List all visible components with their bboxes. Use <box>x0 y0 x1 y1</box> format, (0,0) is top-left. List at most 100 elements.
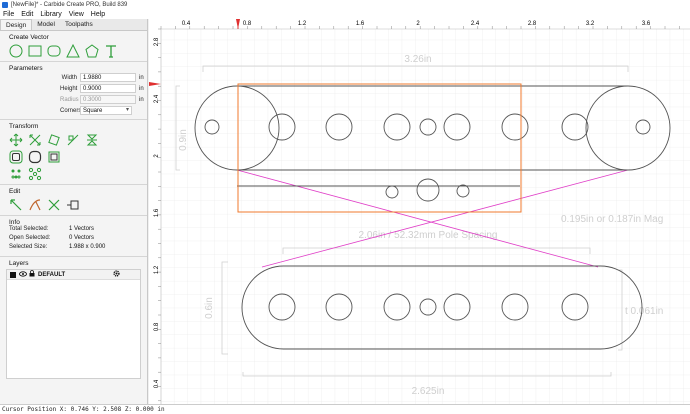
ruler-left-label: 2.8 <box>154 37 160 46</box>
layer-color-swatch[interactable] <box>10 271 16 278</box>
width-field[interactable]: 1.9880 <box>80 73 136 82</box>
info-total-selected: Total Selected: 1 Vectors <box>0 226 147 235</box>
layers-list: DEFAULT <box>6 269 141 379</box>
total-selected-label: Total Selected: <box>9 226 49 232</box>
circle-icon[interactable] <box>9 44 23 58</box>
edit-heading: Edit <box>9 188 21 195</box>
ruler-top-label: 2.8 <box>528 21 537 27</box>
node-edit-icon[interactable] <box>9 167 23 181</box>
radius-label: Radius <box>60 96 79 103</box>
ellipse-icon[interactable] <box>47 44 61 58</box>
create-vector-heading: Create Vector <box>9 34 49 41</box>
width-unit: in <box>139 74 144 81</box>
info-heading: Info <box>9 219 20 226</box>
ruler-top-label: 0.4 <box>182 21 191 27</box>
corners-label: Corners <box>60 107 82 114</box>
layers-heading: Layers <box>9 260 29 267</box>
window-title: [NewFile]* - Carbide Create PRO, Build 8… <box>11 1 128 8</box>
design-canvas[interactable]: 0.4 0.8 1.2 1.6 2 2.4 2.8 3.2 3.6 2.8 2.… <box>149 19 690 404</box>
menu-edit[interactable]: Edit <box>21 11 33 18</box>
menu-bar: File Edit Library View Help <box>0 9 690 19</box>
join-icon[interactable] <box>66 198 80 212</box>
move-icon[interactable] <box>9 133 23 147</box>
trim-icon[interactable] <box>47 198 61 212</box>
corners-select[interactable]: Square <box>80 106 132 115</box>
mirror-icon[interactable] <box>85 133 99 147</box>
gear-icon[interactable] <box>113 270 120 279</box>
edit-tools <box>0 195 147 212</box>
boolean-icon[interactable] <box>47 150 61 164</box>
height-unit: in <box>139 85 144 92</box>
rotate-icon[interactable] <box>47 133 61 147</box>
ruler-left-label: 1.6 <box>154 208 160 217</box>
height-label: Height <box>60 85 78 92</box>
dim-top-width: 3.26in <box>404 54 431 65</box>
parameters-heading: Parameters <box>9 65 43 72</box>
open-selected-value: 0 Vectors <box>69 235 95 241</box>
pentagon-icon[interactable] <box>85 44 99 58</box>
transform-tools-row-2 <box>0 147 147 164</box>
text-icon[interactable] <box>104 44 118 58</box>
pointer-icon[interactable] <box>9 198 23 212</box>
open-selected-label: Open Selected: <box>9 235 51 241</box>
ruler-left-label: 2.4 <box>154 94 160 103</box>
dim-bottom-width: 2.625in <box>412 386 445 397</box>
eye-icon[interactable] <box>19 270 27 279</box>
transform-tools-row-3 <box>0 164 147 181</box>
width-label: Width <box>61 74 77 81</box>
lock-icon[interactable] <box>29 270 35 279</box>
polygon-icon[interactable] <box>66 44 80 58</box>
ruler-top-label: 1.6 <box>356 21 365 27</box>
dim-bottom-height: 0.6in <box>204 297 215 319</box>
menu-file[interactable]: File <box>3 11 14 18</box>
scale-icon[interactable] <box>28 133 42 147</box>
radius-unit: in <box>139 96 144 103</box>
rectangle-icon[interactable] <box>28 44 42 58</box>
transform-tools-row-1 <box>0 130 147 147</box>
info-selected-size: Selected Size: 1.988 x 0.900 <box>0 244 147 253</box>
ruler-top-label: 2.4 <box>471 21 480 27</box>
layer-row[interactable]: DEFAULT <box>7 270 140 280</box>
status-bar: Cursor Position X: 0.746 Y: 2.508 Z: 0.0… <box>0 404 690 414</box>
ruler-left-label: 0.8 <box>154 322 160 331</box>
menu-help[interactable]: Help <box>91 11 105 18</box>
tab-design[interactable]: Design <box>0 19 33 30</box>
ruler-top-label: 3.6 <box>642 21 651 27</box>
menu-view[interactable]: View <box>69 11 84 18</box>
dim-bottom-side: t 0.061in <box>625 306 663 317</box>
array-icon[interactable] <box>28 167 42 181</box>
app-logo-icon <box>2 1 8 8</box>
width-row: Width 1.9880 in <box>0 72 147 83</box>
radius-row: Radius 0.3000 in <box>0 94 147 105</box>
fillet-icon[interactable] <box>28 150 42 164</box>
canvas-svg[interactable]: 0.4 0.8 1.2 1.6 2 2.4 2.8 3.2 3.6 2.8 2.… <box>149 19 690 404</box>
layer-name[interactable]: DEFAULT <box>38 272 65 278</box>
cursor-position: Cursor Position X: 0.746 Y: 2.508 Z: 0.0… <box>2 406 165 413</box>
selected-size-value: 1.988 x 0.900 <box>69 244 106 250</box>
dim-mag-note: 0.195in or 0.187in Mag <box>561 214 663 225</box>
offset-icon[interactable] <box>9 150 23 164</box>
tab-bar: Design Model Toolpaths <box>0 19 147 31</box>
left-panel: Design Model Toolpaths Create Vector Par… <box>0 19 148 404</box>
ruler-top-label: 3.2 <box>586 21 595 27</box>
knife-icon[interactable] <box>28 198 42 212</box>
ruler-top-label: 0.8 <box>243 21 252 27</box>
selected-size-label: Selected Size: <box>9 244 48 250</box>
ruler-left-label: 1.2 <box>154 265 160 274</box>
corners-row: Corners Square <box>0 105 147 116</box>
dim-top-height: 0.9in <box>178 129 189 151</box>
align-icon[interactable] <box>66 133 80 147</box>
ruler-top-label: 1.2 <box>298 21 307 27</box>
tab-model[interactable]: Model <box>32 19 60 30</box>
radius-field[interactable]: 0.3000 <box>80 95 136 104</box>
info-open-selected: Open Selected: 0 Vectors <box>0 235 147 244</box>
total-selected-value: 1 Vectors <box>69 226 95 232</box>
title-bar: [NewFile]* - Carbide Create PRO, Build 8… <box>0 0 690 9</box>
height-field[interactable]: 0.9000 <box>80 84 136 93</box>
height-row: Height 0.9000 in <box>0 83 147 94</box>
menu-library[interactable]: Library <box>40 11 61 18</box>
transform-heading: Transform <box>9 123 39 130</box>
tab-toolpaths[interactable]: Toolpaths <box>60 19 98 30</box>
ruler-left-label: 0.4 <box>154 379 160 388</box>
create-vector-tools <box>0 41 147 58</box>
